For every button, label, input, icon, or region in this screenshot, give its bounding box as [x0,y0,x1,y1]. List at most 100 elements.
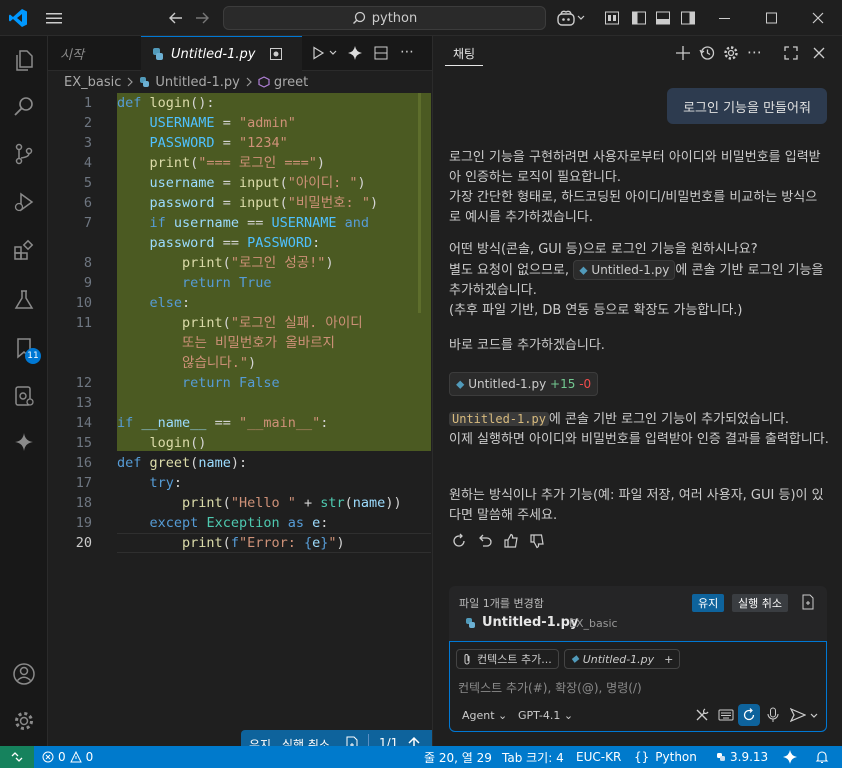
tab-size[interactable]: Tab 크기: 4 [502,746,564,768]
split-editor-icon[interactable] [374,46,388,60]
close-chat-icon[interactable] [811,45,827,61]
settings-gear-icon[interactable] [0,701,48,741]
inline-chat-sparkle-icon[interactable] [348,46,362,60]
copilot-dropdown-icon[interactable] [577,15,585,21]
response-paragraph: 원하는 방식이나 추가 기능(예: 파일 저장, 여러 사용자, GUI 등)이… [449,488,824,523]
line-number: 16 [75,455,92,471]
view-changes-icon[interactable] [801,594,815,610]
breadcrumb-symbol[interactable]: greet [274,75,308,90]
back-arrow-icon[interactable] [168,10,184,26]
new-chat-plus-icon[interactable] [675,45,691,61]
line-number: 1 [83,95,92,111]
auto-refresh-toggle-icon[interactable] [738,704,760,726]
undo-changes-button[interactable]: 실행 취소 [732,594,788,612]
code-line: username = input("아이디: ") [149,175,366,191]
copilot-icon[interactable] [556,9,576,27]
unsaved-dot-icon[interactable] [269,47,283,61]
run-debug-icon[interactable] [0,182,48,222]
remote-explorer-icon[interactable] [0,376,48,416]
problems-indicator[interactable]: 0 0 [42,746,93,768]
add-file-plus-icon[interactable]: + [664,653,673,666]
close-window-icon[interactable] [811,10,825,26]
copilot-sparkle-icon[interactable] [0,422,48,462]
line-number: 10 [75,295,92,311]
inline-code: Untitled-1.py [449,412,549,426]
customize-layout-icon[interactable] [604,10,620,26]
thumbs-up-icon[interactable] [503,533,519,549]
tab-welcome[interactable]: 시작 [48,36,141,71]
search-text: python [371,10,418,26]
testing-flask-icon[interactable] [0,280,48,320]
add-context-button[interactable]: 컨텍스트 추가... [456,649,559,669]
chat-title-tab[interactable]: 채팅 [445,42,484,66]
braces-icon: {} [634,750,650,764]
chat-more-icon[interactable]: ⋯ [747,43,762,61]
edited-file-pill[interactable]: ⬥ Untitled-1.py +15 -0 [449,372,599,396]
line-number: 17 [75,475,92,491]
retry-icon[interactable] [451,533,467,549]
keep-changes-button[interactable]: 유지 [692,594,725,612]
history-icon[interactable] [699,45,715,61]
account-icon[interactable] [0,654,48,694]
breadcrumb-file[interactable]: Untitled-1.py [155,75,239,90]
code-line: if __name__ == "__main__": [117,415,329,431]
toggle-primary-sidebar-icon[interactable] [631,10,647,26]
line-number: 11 [75,315,92,331]
changed-files-panel: 파일 1개를 변경함 유지 실행 취소 Untitled-1.py EX_bas… [449,586,827,641]
python-file-icon [139,76,151,88]
line-number: 9 [83,275,92,291]
send-icon[interactable] [790,707,806,723]
response-paragraph: 어떤 방식(콘솔, GUI 등)으로 로그인 기능을 원하시나요? 별도 요청이… [449,242,824,318]
chat-input[interactable]: 컨텍스트 추가(#), 확장(@), 명령(/) [458,679,642,696]
run-python-icon[interactable] [311,46,325,60]
keyboard-icon[interactable] [718,707,734,723]
code-line: print("=== 로그인 ===") [149,155,325,171]
tools-icon[interactable] [694,707,710,723]
code-line: password = input("비밀번호: ") [149,195,379,211]
explorer-icon[interactable] [0,40,48,80]
maximize-icon[interactable] [765,10,779,26]
run-dropdown-icon[interactable] [329,50,337,56]
send-dropdown-icon[interactable] [810,713,818,719]
toggle-panel-icon[interactable] [655,10,671,26]
code-line: def greet(name): [117,455,248,471]
minimize-icon[interactable] [718,10,732,26]
more-actions-icon[interactable]: ⋯ [400,45,414,59]
chat-settings-gear-icon[interactable] [723,45,739,61]
notifications-bell-icon[interactable] [815,746,829,768]
forward-arrow-icon[interactable] [194,10,210,26]
menu-icon[interactable] [45,10,63,26]
changed-file-name[interactable]: Untitled-1.py [482,615,578,630]
thumbs-down-icon[interactable] [529,533,545,549]
vscode-logo-icon [8,8,28,28]
undo-response-icon[interactable] [477,533,493,549]
attached-file-chip[interactable]: ⬥ Untitled-1.py + [564,649,681,669]
bookmark-icon[interactable]: 11 [0,328,48,368]
notification-badge: 11 [25,348,41,364]
microphone-icon[interactable] [766,707,780,723]
source-control-icon[interactable] [0,134,48,174]
code-line: print("로그인 성공!") [182,255,334,271]
maximize-chat-icon[interactable] [783,45,799,61]
python-interpreter[interactable]: 3.9.13 [716,746,768,768]
python-file-icon [151,47,165,61]
command-center-search[interactable]: python [223,6,546,30]
chat-input-box: 컨텍스트 추가... ⬥ Untitled-1.py + 컨텍스트 추가(#),… [449,641,827,732]
diff-gutter-bar [418,93,421,313]
tab-untitled-1[interactable]: Untitled-1.py [141,36,302,71]
breadcrumb-folder[interactable]: EX_basic [64,75,121,90]
extensions-icon[interactable] [0,230,48,270]
line-number: 6 [83,195,92,211]
mode-picker[interactable]: Agent ⌄ [462,709,507,722]
remote-indicator[interactable] [0,746,34,768]
code-line: print(f"Error: {e}") [182,535,345,551]
search-view-icon[interactable] [0,86,48,126]
copilot-status-icon[interactable] [783,746,797,768]
code-editor[interactable]: 1 def login(): 2 USERNAME = "admin" 3 PASSW… [48,93,432,733]
language-mode[interactable]: {} Python [634,746,697,768]
cursor-position[interactable]: 줄 20, 열 29 [424,746,492,768]
model-picker[interactable]: GPT-4.1 ⌄ [518,709,573,722]
file-reference-chip[interactable]: ⬥ Untitled-1.py [573,260,676,280]
encoding[interactable]: EUC-KR [576,746,621,768]
toggle-secondary-sidebar-icon[interactable] [680,10,696,26]
